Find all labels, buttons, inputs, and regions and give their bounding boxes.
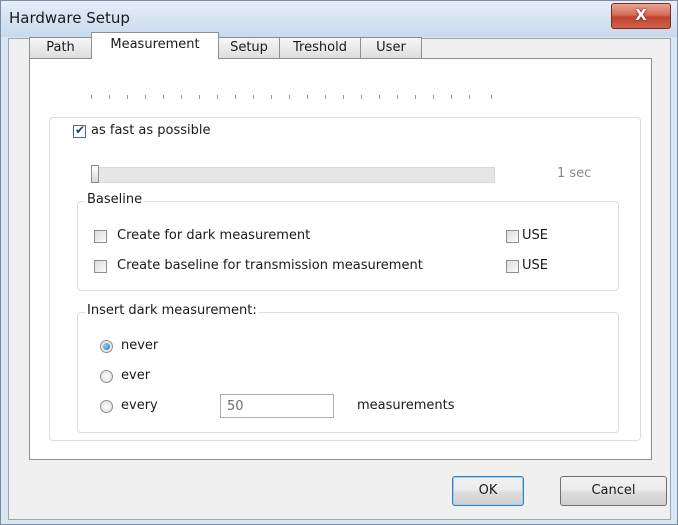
hardware-setup-window: Hardware Setup X Path Measurement Setup … (0, 0, 678, 525)
cancel-button[interactable]: Cancel (560, 476, 667, 506)
tab-user[interactable]: User (360, 37, 422, 58)
radio-ever[interactable] (100, 370, 113, 383)
every-label: every (121, 398, 158, 413)
tab-path[interactable]: Path (29, 37, 92, 58)
ever-label: ever (121, 368, 151, 383)
tab-measurement[interactable]: Measurement (91, 32, 219, 59)
every-count-input[interactable] (220, 394, 334, 418)
create-transmission-label: Create baseline for transmission measure… (117, 258, 423, 273)
close-icon: X (635, 6, 647, 24)
tab-setup[interactable]: Setup (218, 37, 280, 58)
use-dark-checkbox[interactable] (506, 230, 519, 243)
insert-dark-group (77, 312, 619, 433)
use-dark-label: USE (522, 228, 548, 243)
baseline-group (77, 201, 619, 291)
create-dark-checkbox[interactable] (94, 230, 107, 243)
fast-checkbox[interactable]: ✔ (73, 123, 86, 138)
never-label: never (121, 338, 159, 353)
slider-track[interactable] (91, 167, 495, 183)
slider-value-label: 1 sec (557, 166, 592, 181)
radio-never[interactable] (100, 340, 113, 353)
slider-thumb[interactable] (91, 165, 99, 183)
insert-dark-legend: Insert dark measurement: (85, 303, 259, 318)
window-title: Hardware Setup (9, 9, 130, 27)
create-dark-label: Create for dark measurement (117, 228, 311, 243)
measurements-label: measurements (357, 398, 455, 413)
radio-selected-dot (103, 343, 110, 350)
tab-treshold[interactable]: Treshold (279, 37, 361, 58)
use-transmission-label: USE (522, 258, 548, 273)
ok-button[interactable]: OK (452, 476, 524, 506)
radio-every[interactable] (100, 400, 113, 413)
close-button[interactable]: X (611, 3, 671, 29)
checkmark-icon: ✔ (75, 123, 86, 137)
baseline-legend: Baseline (85, 192, 145, 207)
use-transmission-checkbox[interactable] (506, 260, 519, 273)
measurement-tab-panel: ✔ as fast as possible 1 sec Baseline Cre… (29, 58, 652, 460)
create-transmission-checkbox[interactable] (94, 260, 107, 273)
fast-label: as fast as possible (91, 123, 211, 138)
